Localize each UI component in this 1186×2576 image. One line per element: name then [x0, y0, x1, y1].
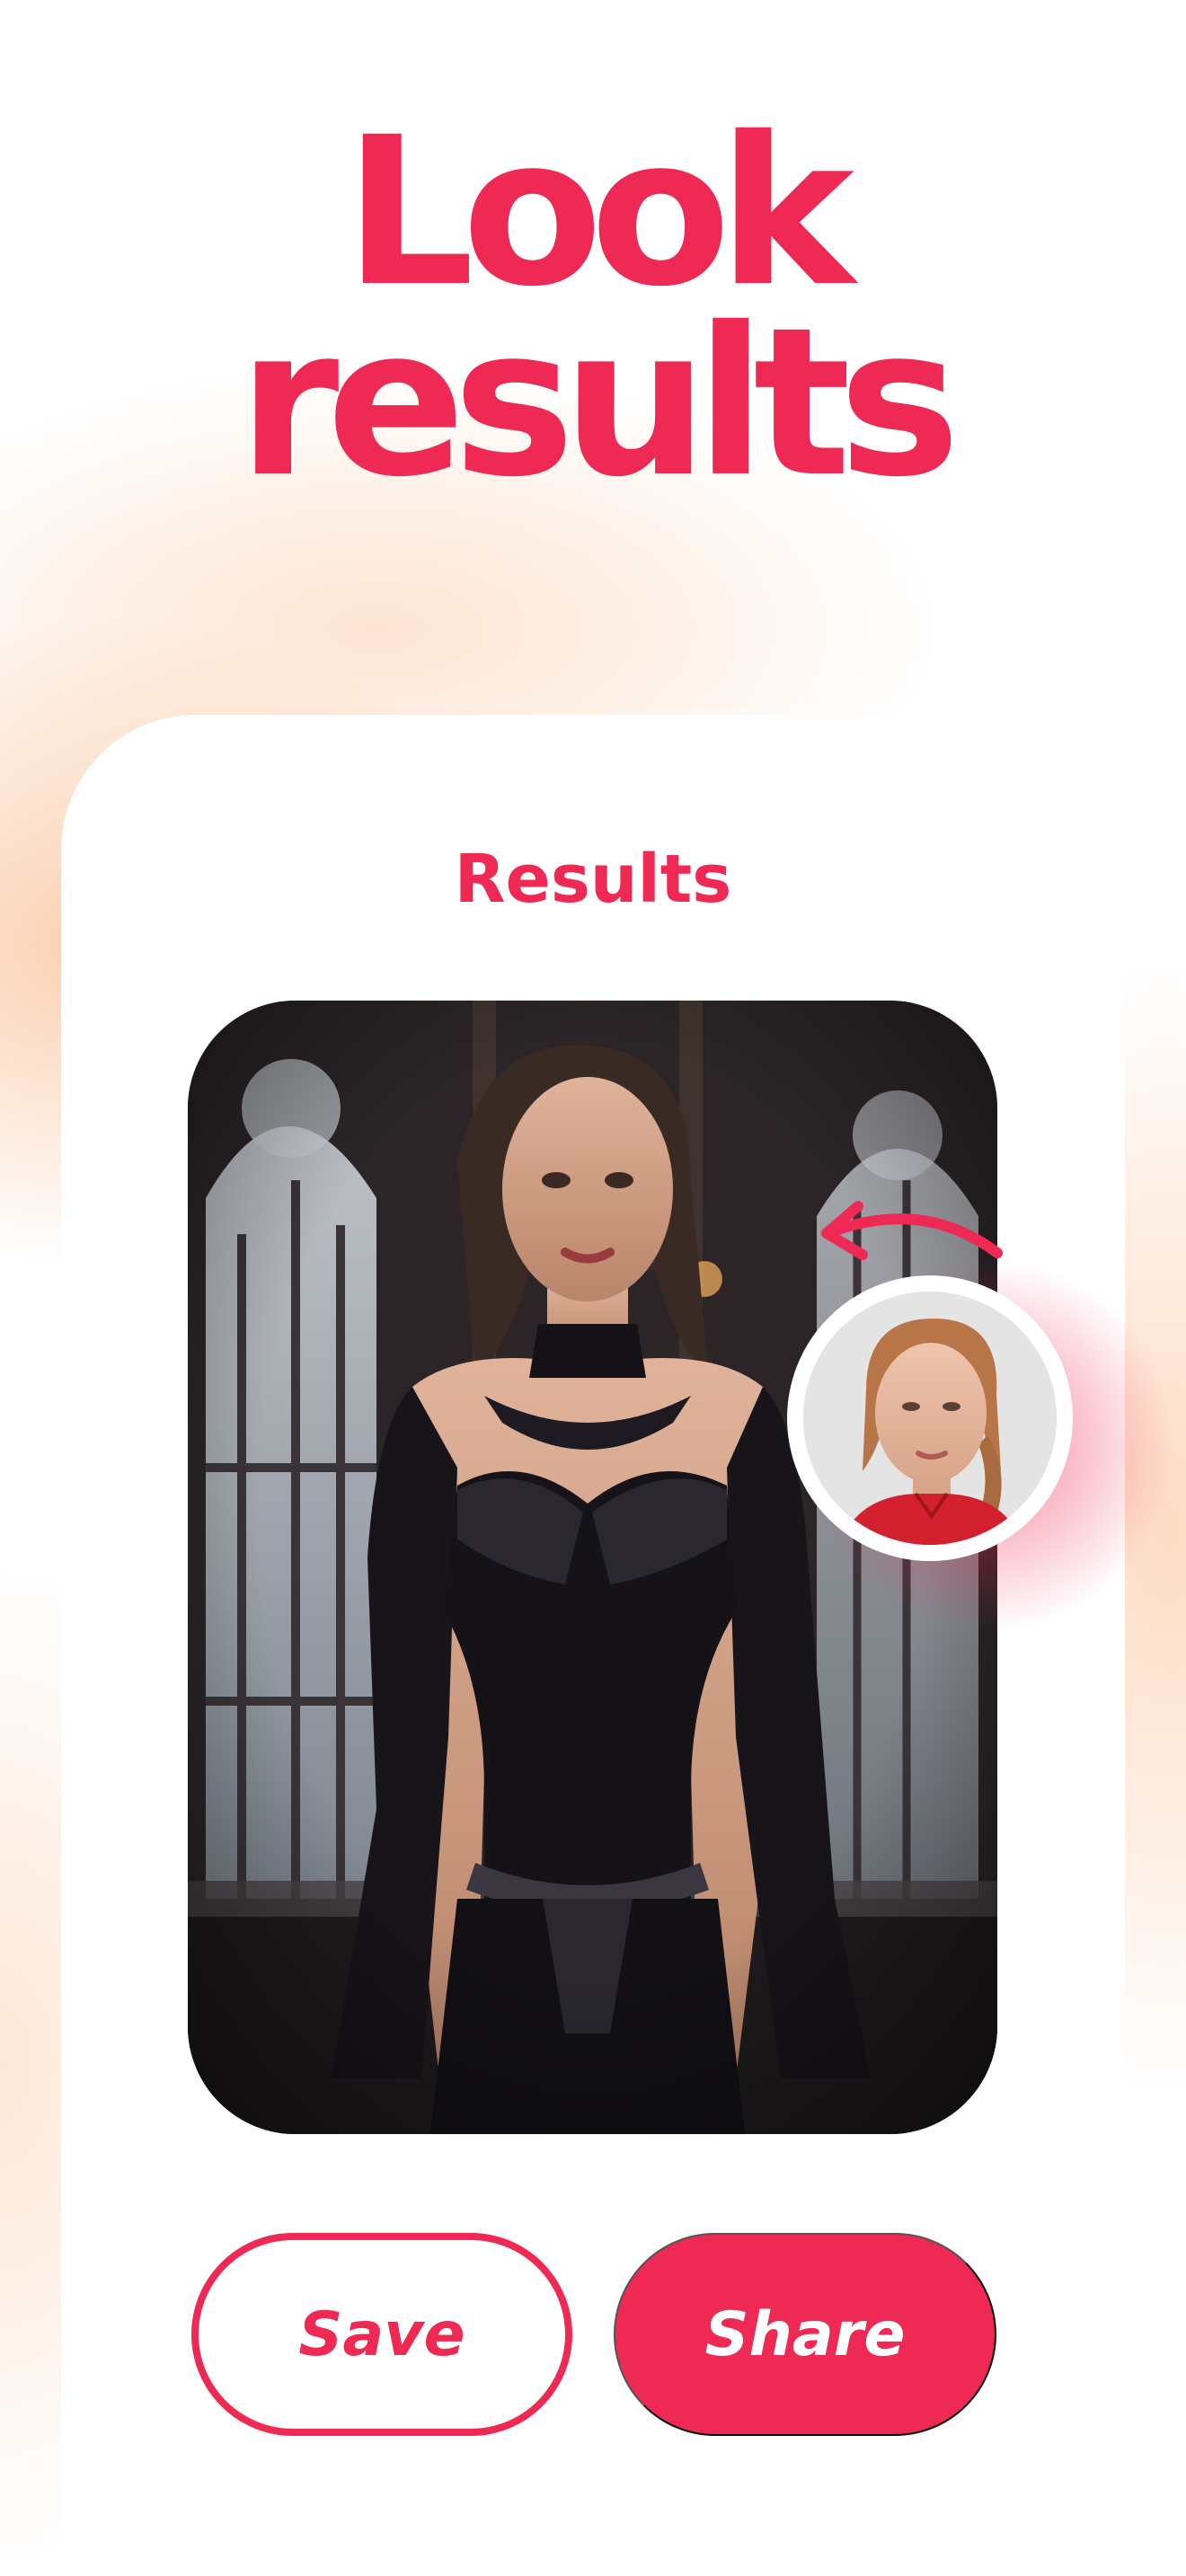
hero-title-line-2: results	[238, 283, 960, 522]
hero-title: Look results	[0, 93, 1186, 522]
source-face-illustration	[803, 1292, 1057, 1545]
save-button[interactable]: Save	[191, 2233, 572, 2436]
hero-title-line-1: Look	[343, 93, 854, 331]
curved-arrow-left-icon	[821, 1201, 1003, 1260]
results-title: Results	[454, 841, 732, 918]
share-button[interactable]: Share	[614, 2233, 996, 2436]
source-face-avatar[interactable]	[787, 1275, 1073, 1561]
